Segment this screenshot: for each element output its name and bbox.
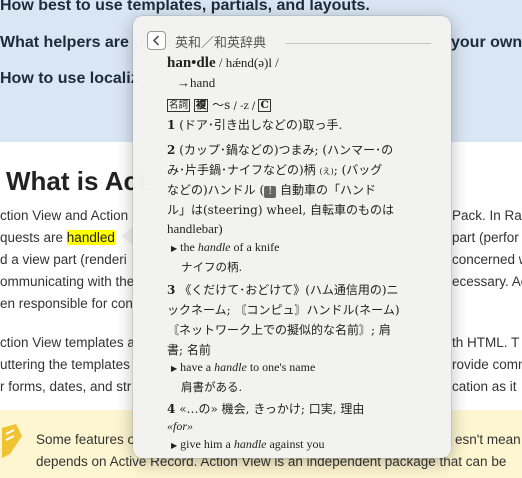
plural-form: 〜s xyxy=(212,98,231,112)
intro-list-item: your own xyxy=(451,34,522,51)
headword: han•dle xyxy=(167,55,216,71)
note-symbol-icon: ! xyxy=(264,186,277,198)
body-line: en responsible for con xyxy=(0,296,133,311)
sense-3-line: 3 《くだけて･おどけて》(ハム通信用の)ニ xyxy=(167,281,399,298)
sense-3-line: ックネーム; 〘コンピュ〙ハンドル(ネーム) xyxy=(167,303,400,317)
example-text: have a xyxy=(180,360,215,374)
triangle-bullet-icon: ▶ xyxy=(171,364,178,373)
triangle-bullet-icon: ▶ xyxy=(171,441,178,450)
chevron-left-icon xyxy=(152,35,160,46)
dictionary-name: 英和／和英辞典 xyxy=(175,36,267,51)
sense-1: 1 (ドア･引き出しなどの)取っ手. xyxy=(167,116,342,133)
sense-2-line: ル」は(steering) wheel, 自転車のものは xyxy=(167,203,395,217)
body-line: ecessary. Act xyxy=(452,274,522,289)
sense-number: 1 xyxy=(167,118,176,132)
section-heading: What is Act xyxy=(6,166,147,196)
intro-list-item: How best to use templates, partials, and… xyxy=(0,0,370,14)
body-line: r forms, dates, and str xyxy=(0,379,132,394)
triangle-bullet-icon: ▶ xyxy=(171,244,178,253)
body-text: quests are xyxy=(0,230,67,245)
reading-mark: (え) xyxy=(319,167,334,176)
preposition: «for» xyxy=(167,419,194,433)
example: ▶ give him a handle against you xyxy=(171,437,324,452)
sense-2-line: などの)ハンドル (! 自動車の「ハンド xyxy=(167,181,376,198)
countable-label: C xyxy=(258,99,271,112)
note-line: esn't mean A xyxy=(455,432,522,447)
sense-4-line: 4 «…の» 機会, きっかけ; 口実, 理由 xyxy=(167,400,364,417)
example-text: against you xyxy=(266,437,325,451)
body-line: ction View and Action xyxy=(0,208,129,223)
highlighted-word[interactable]: handled xyxy=(66,230,115,245)
cross-reference[interactable]: →hand xyxy=(177,75,215,91)
sense-number: 4 xyxy=(167,402,176,416)
back-button[interactable] xyxy=(147,31,166,50)
example: ▶ have a handle to one's name xyxy=(171,360,315,375)
body-line: part (perfor xyxy=(452,230,519,245)
sense-number: 3 xyxy=(167,283,176,297)
sense-text: などの)ハンドル ( xyxy=(167,183,265,197)
example-text: to one's name xyxy=(246,360,316,374)
dictionary-popover: 英和／和英辞典 han•dle / hǽnd(ə)l / →hand 名詞 複 … xyxy=(133,16,451,458)
body-line: uttering the templates xyxy=(0,357,130,372)
body-line: ommunicating with the xyxy=(0,274,135,289)
plural-pronunciation: / -z / xyxy=(230,101,259,112)
body-line: rovide comm xyxy=(452,357,522,372)
body-line: cation as it xyxy=(452,379,517,394)
example-keyword: handle xyxy=(214,360,247,374)
sense-text: み･片手鍋･ナイフなどの)柄 xyxy=(167,163,316,177)
sense-text: (カップ･鍋などの)つまみ; (ハンマー･の xyxy=(179,143,394,157)
intro-list-item: What helpers are p xyxy=(0,34,144,51)
sense-text: 自動車の「ハンド xyxy=(280,183,377,197)
pronunciation: / hǽnd(ə)l / xyxy=(215,55,279,70)
headword-line: han•dle / hǽnd(ə)l / xyxy=(167,55,279,72)
body-line: Pack. In Ra xyxy=(452,208,522,223)
sense-2-line: handlebar) xyxy=(167,221,223,236)
sense-text: ; (バッグ xyxy=(333,163,383,177)
body-line: concerned w xyxy=(452,252,522,267)
pos-noun-label: 名詞 xyxy=(167,99,191,112)
sense-number: 2 xyxy=(167,143,176,157)
example-text: the xyxy=(180,240,198,254)
body-line: ction View templates a xyxy=(0,335,135,350)
sense-text: 《くだけて･おどけて》(ハム通信用の)ニ xyxy=(179,283,399,297)
example-translation: ナイフの柄. xyxy=(181,260,243,274)
body-line: d a view part (renderi xyxy=(0,252,127,267)
example-keyword: handle xyxy=(197,240,231,254)
part-of-speech-line: 名詞 複 〜s / -z / C xyxy=(167,96,271,113)
note-line: Some features o xyxy=(36,432,136,447)
sense-text: (ドア･引き出しなどの)取っ手. xyxy=(179,118,343,132)
example-text: give him a xyxy=(180,437,234,451)
sense-3-line: 〘ネットワーク上での擬似的な名前〙; 肩 xyxy=(167,323,391,337)
sense-2-line: み･片手鍋･ナイフなどの)柄 (え); (バッグ xyxy=(167,161,382,178)
example-text: of a knife xyxy=(230,240,280,254)
sense-text: «…の» 機会, きっかけ; 口実, 理由 xyxy=(179,402,365,416)
intro-list-item: How to use localiz xyxy=(0,70,139,87)
body-line: th HTML. T xyxy=(452,335,520,350)
title-divider xyxy=(285,43,431,44)
example-keyword: handle xyxy=(233,437,267,451)
lightbulb-icon xyxy=(2,424,22,458)
example: ▶ the handle of a knife xyxy=(171,240,279,255)
sense-3-line: 書; 名前 xyxy=(167,343,211,357)
sense-2-line: 2 (カップ･鍋などの)つまみ; (ハンマー･の xyxy=(167,141,393,158)
body-line: quests are handled xyxy=(0,230,115,245)
plural-label: 複 xyxy=(193,99,209,112)
example-translation: 肩書がある. xyxy=(181,380,243,394)
